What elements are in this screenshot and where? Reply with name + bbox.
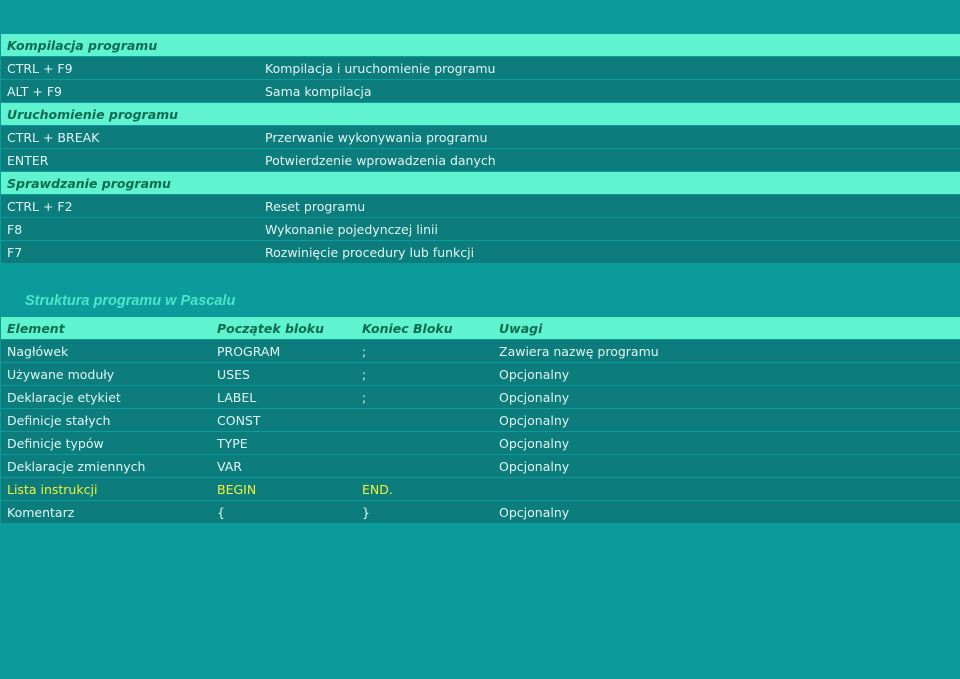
block-start: { — [217, 504, 225, 520]
remarks: Opcjonalny — [499, 458, 570, 474]
column-header: Koniec Bloku — [362, 320, 453, 336]
column-header: Element — [7, 320, 65, 336]
element-name: Definicje stałych — [7, 412, 111, 428]
keyboard-shortcuts-table: Kompilacja programu CTRL + F9 Kompilacja i… — [1, 34, 960, 264]
shortcut-key: F8 — [7, 221, 23, 237]
structure-row: Definicje typów TYPE Opcjonalny — [1, 432, 960, 455]
shortcut-key: F7 — [7, 244, 23, 260]
remarks: Opcjonalny — [499, 412, 570, 428]
shortcut-description: Reset programu — [265, 198, 366, 214]
remarks: Zawiera nazwę programu — [499, 343, 659, 359]
block-end: ; — [362, 389, 367, 405]
element-name: Definicje typów — [7, 435, 104, 451]
shortcut-key: CTRL + F2 — [7, 198, 73, 214]
shortcut-description: Rozwinięcie procedury lub funkcji — [265, 244, 475, 260]
section-header-row: Kompilacja programu — [1, 34, 960, 57]
remarks: Opcjonalny — [499, 504, 570, 520]
structure-row: Definicje stałych CONST Opcjonalny — [1, 409, 960, 432]
element-name: Deklaracje zmiennych — [7, 458, 146, 474]
block-start: BEGIN — [217, 481, 257, 497]
structure-row: Używane moduły USES; Opcjonalny — [1, 363, 960, 386]
remarks: Opcjonalny — [499, 389, 570, 405]
shortcut-row: ENTER Potwierdzenie wprowadzenia danych — [1, 149, 960, 172]
shortcut-row: CTRL + BREAK Przerwanie wykonywania progr… — [1, 126, 960, 149]
structure-row: Nagłówek PROGRAM; Zawiera nazwę programu — [1, 340, 960, 363]
block-start: USES — [217, 366, 250, 382]
shortcut-row: ALT + F9 Sama kompilacja — [1, 80, 960, 103]
structure-row: Lista instrukcji BEGIN END. — [1, 478, 960, 501]
block-end: ; — [362, 366, 367, 382]
shortcut-key: ENTER — [7, 152, 49, 168]
shortcut-description: Wykonanie pojedynczej linii — [265, 221, 439, 237]
structure-header-row: Element Początek bloku Koniec Bloku Uwagi — [1, 317, 960, 340]
shortcut-row: CTRL + F2 Reset programu — [1, 195, 960, 218]
column-header: Uwagi — [499, 320, 543, 336]
shortcut-row: F8 Wykonanie pojedynczej linii — [1, 218, 960, 241]
section-header-row: Uruchomienie programu — [1, 103, 960, 126]
block-start: LABEL — [217, 389, 257, 405]
shortcut-description: Potwierdzenie wprowadzenia danych — [265, 152, 496, 168]
section-header: Kompilacja programu — [7, 37, 158, 53]
block-start: PROGRAM — [217, 343, 281, 359]
block-end: } — [362, 504, 370, 520]
block-end: END. — [362, 481, 393, 497]
shortcut-key: ALT + F9 — [7, 83, 62, 99]
block-start: VAR — [217, 458, 242, 474]
remarks: Opcjonalny — [499, 366, 570, 382]
block-start: CONST — [217, 412, 261, 428]
structure-row: Komentarz {} Opcjonalny — [1, 501, 960, 524]
column-header: Początek bloku — [217, 320, 325, 336]
section-header: Sprawdzanie programu — [7, 175, 171, 191]
shortcut-description: Sama kompilacja — [265, 83, 372, 99]
block-end: ; — [362, 343, 367, 359]
shortcut-row: F7 Rozwinięcie procedury lub funkcji — [1, 241, 960, 264]
element-name: Lista instrukcji — [7, 481, 98, 497]
shortcut-key: CTRL + BREAK — [7, 129, 100, 145]
section-header-row: Sprawdzanie programu — [1, 172, 960, 195]
shortcut-key: CTRL + F9 — [7, 60, 73, 76]
structure-row: Deklaracje etykiet LABEL; Opcjonalny — [1, 386, 960, 409]
element-name: Nagłówek — [7, 343, 69, 359]
element-name: Używane moduły — [7, 366, 115, 382]
section-title: Struktura programu w Pascalu — [25, 293, 236, 309]
element-name: Komentarz — [7, 504, 75, 520]
program-structure-table: Element Początek bloku Koniec Bloku Uwagi Na… — [1, 317, 960, 524]
shortcut-row: CTRL + F9 Kompilacja i uruchomienie progr… — [1, 57, 960, 80]
shortcut-description: Kompilacja i uruchomienie programu — [265, 60, 496, 76]
structure-row: Deklaracje zmiennych VAR Opcjonalny — [1, 455, 960, 478]
block-start: TYPE — [217, 435, 248, 451]
remarks: Opcjonalny — [499, 435, 570, 451]
element-name: Deklaracje etykiet — [7, 389, 121, 405]
shortcut-description: Przerwanie wykonywania programu — [265, 129, 488, 145]
section-header: Uruchomienie programu — [7, 106, 179, 122]
